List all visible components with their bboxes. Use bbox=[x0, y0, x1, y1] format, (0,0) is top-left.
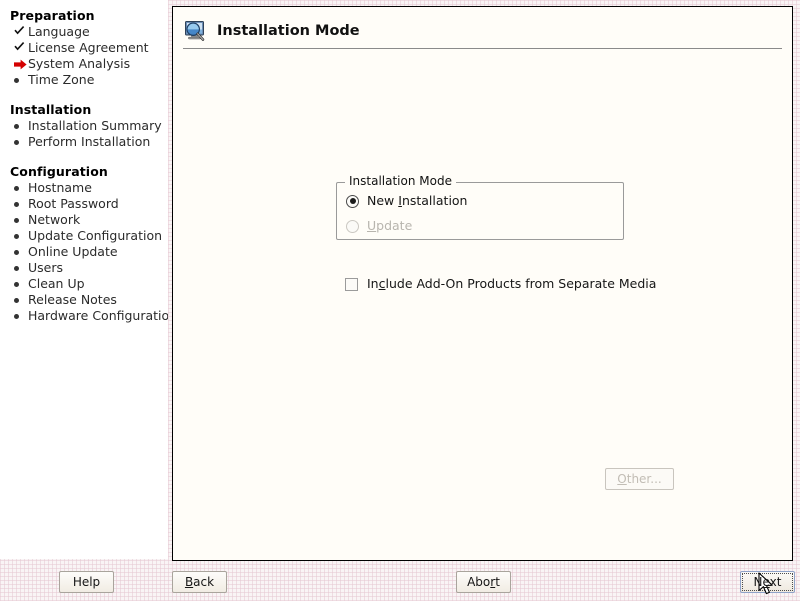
accel-key: e bbox=[762, 575, 770, 589]
sidebar-item-label: Language bbox=[28, 24, 90, 39]
sidebar-section-title-preparation: Preparation bbox=[10, 8, 95, 23]
sidebar-item-hostname[interactable]: Hostname bbox=[10, 180, 168, 196]
addon-products-label: Include Add-On Products from Separate Me… bbox=[367, 277, 656, 291]
sidebar-item-language[interactable]: Language bbox=[10, 24, 168, 40]
sidebar-item-label: Update Configuration bbox=[28, 228, 163, 243]
sidebar-item-label: Hostname bbox=[28, 180, 92, 195]
bullet-icon bbox=[10, 276, 28, 292]
check-icon bbox=[10, 24, 28, 40]
accel-key: O bbox=[617, 472, 627, 486]
sidebar-item-label: Installation Summary bbox=[28, 118, 162, 133]
page-title: Installation Mode bbox=[217, 22, 360, 39]
sidebar-item-system-analysis[interactable]: System Analysis bbox=[10, 56, 168, 72]
bullet-icon bbox=[10, 212, 28, 228]
label-part: Abo bbox=[467, 575, 491, 589]
label-part: lude Add-On Products from Separate Media bbox=[385, 276, 657, 291]
radio-update: Update bbox=[346, 219, 412, 233]
sidebar-item-update-configuration[interactable]: Update Configuration bbox=[10, 228, 168, 244]
sidebar-item-license-agreement[interactable]: License Agreement bbox=[10, 40, 168, 56]
bullet-icon bbox=[10, 118, 28, 134]
sidebar-section-title-configuration: Configuration bbox=[10, 164, 108, 179]
label-part: pdate bbox=[376, 218, 413, 233]
addon-products-checkbox-row[interactable]: Include Add-On Products from Separate Me… bbox=[345, 277, 656, 291]
sidebar-item-hardware-configuration[interactable]: Hardware Configuration bbox=[10, 308, 168, 324]
sidebar-item-label: Online Update bbox=[28, 244, 118, 259]
bullet-icon bbox=[10, 196, 28, 212]
monitor-magnifier-icon bbox=[183, 19, 207, 43]
checkbox-indicator[interactable] bbox=[345, 277, 358, 291]
footer-button-bar: Help Back Abo r t Next bbox=[0, 562, 800, 601]
sidebar-item-online-update[interactable]: Online Update bbox=[10, 244, 168, 260]
label-part: t bbox=[495, 575, 500, 589]
label-part: ther... bbox=[626, 472, 662, 486]
sidebar-item-label: Release Notes bbox=[28, 292, 117, 307]
radio-indicator-disabled bbox=[346, 219, 359, 233]
right-arrow-icon bbox=[10, 56, 28, 72]
sidebar-item-label: Network bbox=[28, 212, 81, 227]
sidebar-item-label: Users bbox=[28, 260, 64, 275]
groupbox-legend: Installation Mode bbox=[345, 175, 456, 188]
sidebar-item-installation-summary[interactable]: Installation Summary bbox=[10, 118, 168, 134]
sidebar-item-release-notes[interactable]: Release Notes bbox=[10, 292, 168, 308]
bullet-icon bbox=[10, 260, 28, 276]
sidebar-item-label: Hardware Configuration bbox=[28, 308, 168, 323]
bullet-icon bbox=[10, 292, 28, 308]
sidebar-item-clean-up[interactable]: Clean Up bbox=[10, 276, 168, 292]
abort-button[interactable]: Abo r t bbox=[456, 571, 511, 593]
sidebar-item-label: Perform Installation bbox=[28, 134, 151, 149]
bullet-icon bbox=[10, 228, 28, 244]
installation-mode-groupbox: Installation Mode New Installation Updat… bbox=[336, 175, 624, 240]
radio-indicator-selected[interactable] bbox=[346, 194, 359, 208]
bullet-icon bbox=[10, 72, 28, 88]
sidebar-item-root-password[interactable]: Root Password bbox=[10, 196, 168, 212]
sidebar-item-label: License Agreement bbox=[28, 40, 149, 55]
bullet-icon bbox=[10, 308, 28, 324]
label-part: In bbox=[367, 276, 379, 291]
bullet-icon bbox=[10, 180, 28, 196]
label-part: xt bbox=[769, 575, 782, 589]
back-button[interactable]: Back bbox=[172, 571, 227, 593]
sidebar-item-users[interactable]: Users bbox=[10, 260, 168, 276]
bullet-icon bbox=[10, 134, 28, 150]
sidebar-item-label: Time Zone bbox=[28, 72, 95, 87]
sidebar-item-perform-installation[interactable]: Perform Installation bbox=[10, 134, 168, 150]
check-icon bbox=[10, 40, 28, 56]
next-button-label: Next bbox=[754, 575, 782, 589]
sidebar-section-title-installation: Installation bbox=[10, 102, 92, 117]
help-button[interactable]: Help bbox=[59, 571, 114, 593]
sidebar-item-label: Root Password bbox=[28, 196, 119, 211]
panel-header: Installation Mode bbox=[173, 7, 792, 47]
label-part: New bbox=[367, 193, 399, 208]
label-part: N bbox=[753, 575, 763, 589]
radio-new-installation-label: New Installation bbox=[367, 194, 467, 208]
radio-new-installation[interactable]: New Installation bbox=[346, 194, 467, 208]
next-button[interactable]: Next bbox=[740, 571, 795, 593]
radio-update-label: Update bbox=[367, 219, 412, 233]
label-part: nstallation bbox=[401, 193, 468, 208]
bullet-icon bbox=[10, 244, 28, 260]
sidebar-item-label: System Analysis bbox=[28, 56, 131, 71]
accel-key: U bbox=[367, 218, 377, 233]
other-button: Other... bbox=[605, 468, 674, 490]
steps-sidebar: Preparation Language License Agreement S… bbox=[0, 0, 168, 559]
header-divider bbox=[183, 48, 782, 49]
sidebar-item-label: Clean Up bbox=[28, 276, 85, 291]
installer-window: Preparation Language License Agreement S… bbox=[0, 0, 800, 601]
sidebar-item-time-zone[interactable]: Time Zone bbox=[10, 72, 168, 88]
content-panel: Installation Mode Installation Mode New … bbox=[172, 6, 793, 561]
label-part: ack bbox=[193, 575, 215, 589]
sidebar-item-network[interactable]: Network bbox=[10, 212, 168, 228]
accel-key: B bbox=[184, 575, 194, 589]
label-part: Help bbox=[72, 575, 101, 589]
